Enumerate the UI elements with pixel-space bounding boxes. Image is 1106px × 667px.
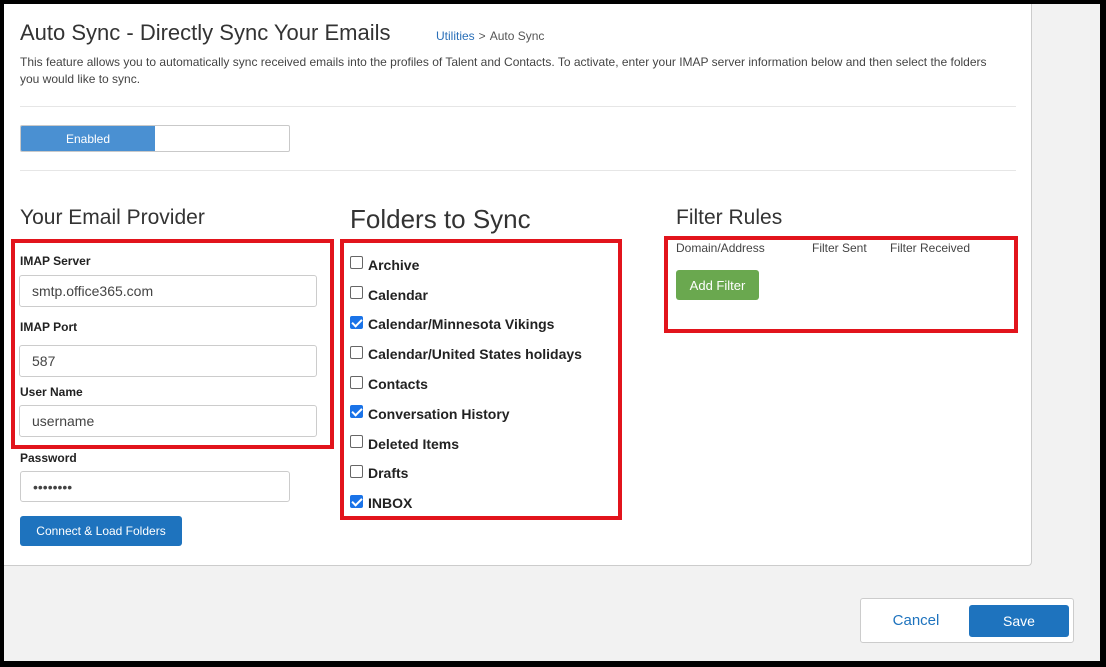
page-description: This feature allows you to automatically… — [20, 55, 987, 86]
folder-label: Archive — [368, 256, 420, 273]
folder-label: Calendar/United States holidays — [368, 346, 582, 363]
footer-actions: Cancel Save — [860, 598, 1074, 643]
folder-label: INBOX — [368, 495, 413, 512]
checkbox-unchecked[interactable] — [350, 464, 363, 478]
toggle-on-segment: Enabled — [21, 126, 155, 151]
checkbox-checked[interactable] — [350, 315, 363, 329]
folder-label: Contacts — [368, 376, 428, 393]
breadcrumb: Utilities > Auto Sync — [436, 29, 544, 43]
filter-rules-title: Filter Rules — [676, 206, 783, 229]
enabled-toggle[interactable]: Enabled — [20, 125, 290, 152]
checkbox-unchecked[interactable] — [350, 256, 363, 270]
imap-server-label: IMAP Server — [20, 254, 91, 268]
column-header-filter-sent: Filter Sent — [812, 241, 867, 255]
breadcrumb-link-utilities[interactable]: Utilities — [436, 29, 475, 43]
breadcrumb-separator: > — [478, 29, 486, 43]
email-provider-title: Your Email Provider — [20, 206, 205, 229]
checkbox-unchecked[interactable] — [350, 345, 363, 359]
save-button[interactable]: Save — [969, 605, 1069, 637]
imap-port-label: IMAP Port — [20, 320, 78, 334]
folder-item[interactable]: Conversation History — [350, 399, 582, 429]
checkbox-unchecked[interactable] — [350, 286, 363, 300]
checkbox-unchecked[interactable] — [350, 375, 363, 389]
folders-title: Folders to Sync — [350, 204, 531, 234]
username-input[interactable] — [19, 405, 317, 437]
folder-label: Conversation History — [368, 405, 510, 422]
username-label: User Name — [20, 385, 83, 399]
column-header-filter-received: Filter Received — [890, 241, 971, 255]
connect-load-folders-button[interactable]: Connect & Load Folders — [20, 516, 182, 546]
column-header-domain: Domain/Address — [676, 241, 765, 255]
folder-list: Archive Calendar Calendar/Minnesota Viking… — [350, 250, 582, 518]
folder-item[interactable]: Deleted Items — [350, 429, 582, 459]
folder-label: Calendar — [368, 286, 428, 303]
password-label: Password — [20, 451, 77, 465]
folder-item[interactable]: Calendar/United States holidays — [350, 339, 582, 369]
add-filter-button[interactable]: Add Filter — [676, 270, 759, 300]
folder-item[interactable]: Contacts — [350, 369, 582, 399]
checkbox-unchecked[interactable] — [350, 435, 363, 449]
imap-server-input[interactable] — [19, 275, 317, 307]
folder-label: Deleted Items — [368, 435, 460, 452]
imap-port-input[interactable] — [19, 345, 317, 377]
page-title: Auto Sync - Directly Sync Your Emails — [20, 20, 391, 45]
password-input[interactable] — [20, 471, 290, 502]
breadcrumb-current: Auto Sync — [489, 29, 545, 43]
divider — [20, 170, 1016, 171]
divider — [20, 106, 1016, 107]
checkbox-checked[interactable] — [350, 494, 363, 508]
cancel-button[interactable]: Cancel — [871, 605, 961, 636]
checkbox-checked[interactable] — [350, 405, 363, 419]
settings-card: Auto Sync - Directly Sync Your Emails Ut… — [4, 4, 1032, 566]
folder-label: Calendar/Minnesota Vikings — [368, 316, 555, 333]
app-frame: Auto Sync - Directly Sync Your Emails Ut… — [4, 4, 1100, 661]
folder-item[interactable]: Archive — [350, 250, 582, 280]
folder-item[interactable]: Calendar — [350, 280, 582, 310]
folder-item[interactable]: Drafts — [350, 459, 582, 489]
folder-item[interactable]: Calendar/Minnesota Vikings — [350, 310, 582, 340]
folder-item[interactable]: INBOX — [350, 488, 582, 518]
folder-label: Drafts — [368, 465, 409, 482]
